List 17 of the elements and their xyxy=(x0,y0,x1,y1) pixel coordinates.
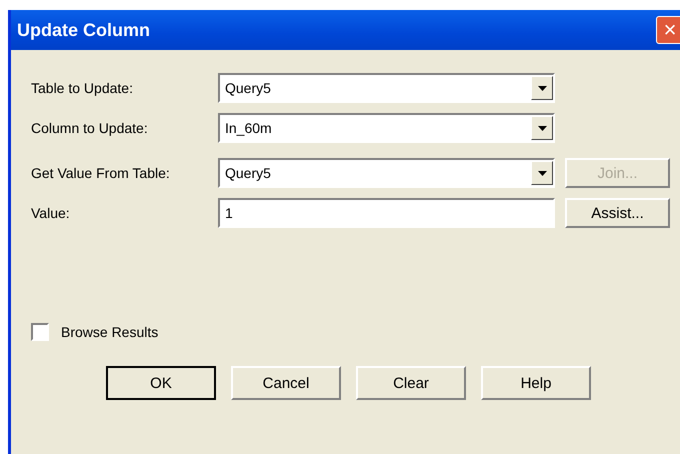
field-label: Value: xyxy=(31,205,71,221)
field-label: Table to Update: xyxy=(31,80,134,96)
dropdown-field[interactable]: Query5 xyxy=(218,158,555,188)
dropdown-field[interactable]: In_60m xyxy=(218,113,555,143)
dialog-button[interactable]: Cancel xyxy=(231,366,341,400)
dialog-button[interactable]: Help xyxy=(481,366,591,400)
side-button[interactable]: Assist... xyxy=(565,198,670,228)
field-label: Column to Update: xyxy=(31,120,149,136)
close-button[interactable]: × xyxy=(656,16,680,44)
dialog-button[interactable]: OK xyxy=(106,366,216,400)
checkbox-label: Browse Results xyxy=(61,324,158,340)
dropdown-field[interactable]: Query5 xyxy=(218,73,555,103)
dialog-button[interactable]: Clear xyxy=(356,366,466,400)
input-field[interactable]: 1 xyxy=(218,198,555,228)
checkbox[interactable] xyxy=(31,323,49,341)
field-label: Get Value From Table: xyxy=(31,165,171,181)
window-title: Update Column xyxy=(17,20,150,40)
